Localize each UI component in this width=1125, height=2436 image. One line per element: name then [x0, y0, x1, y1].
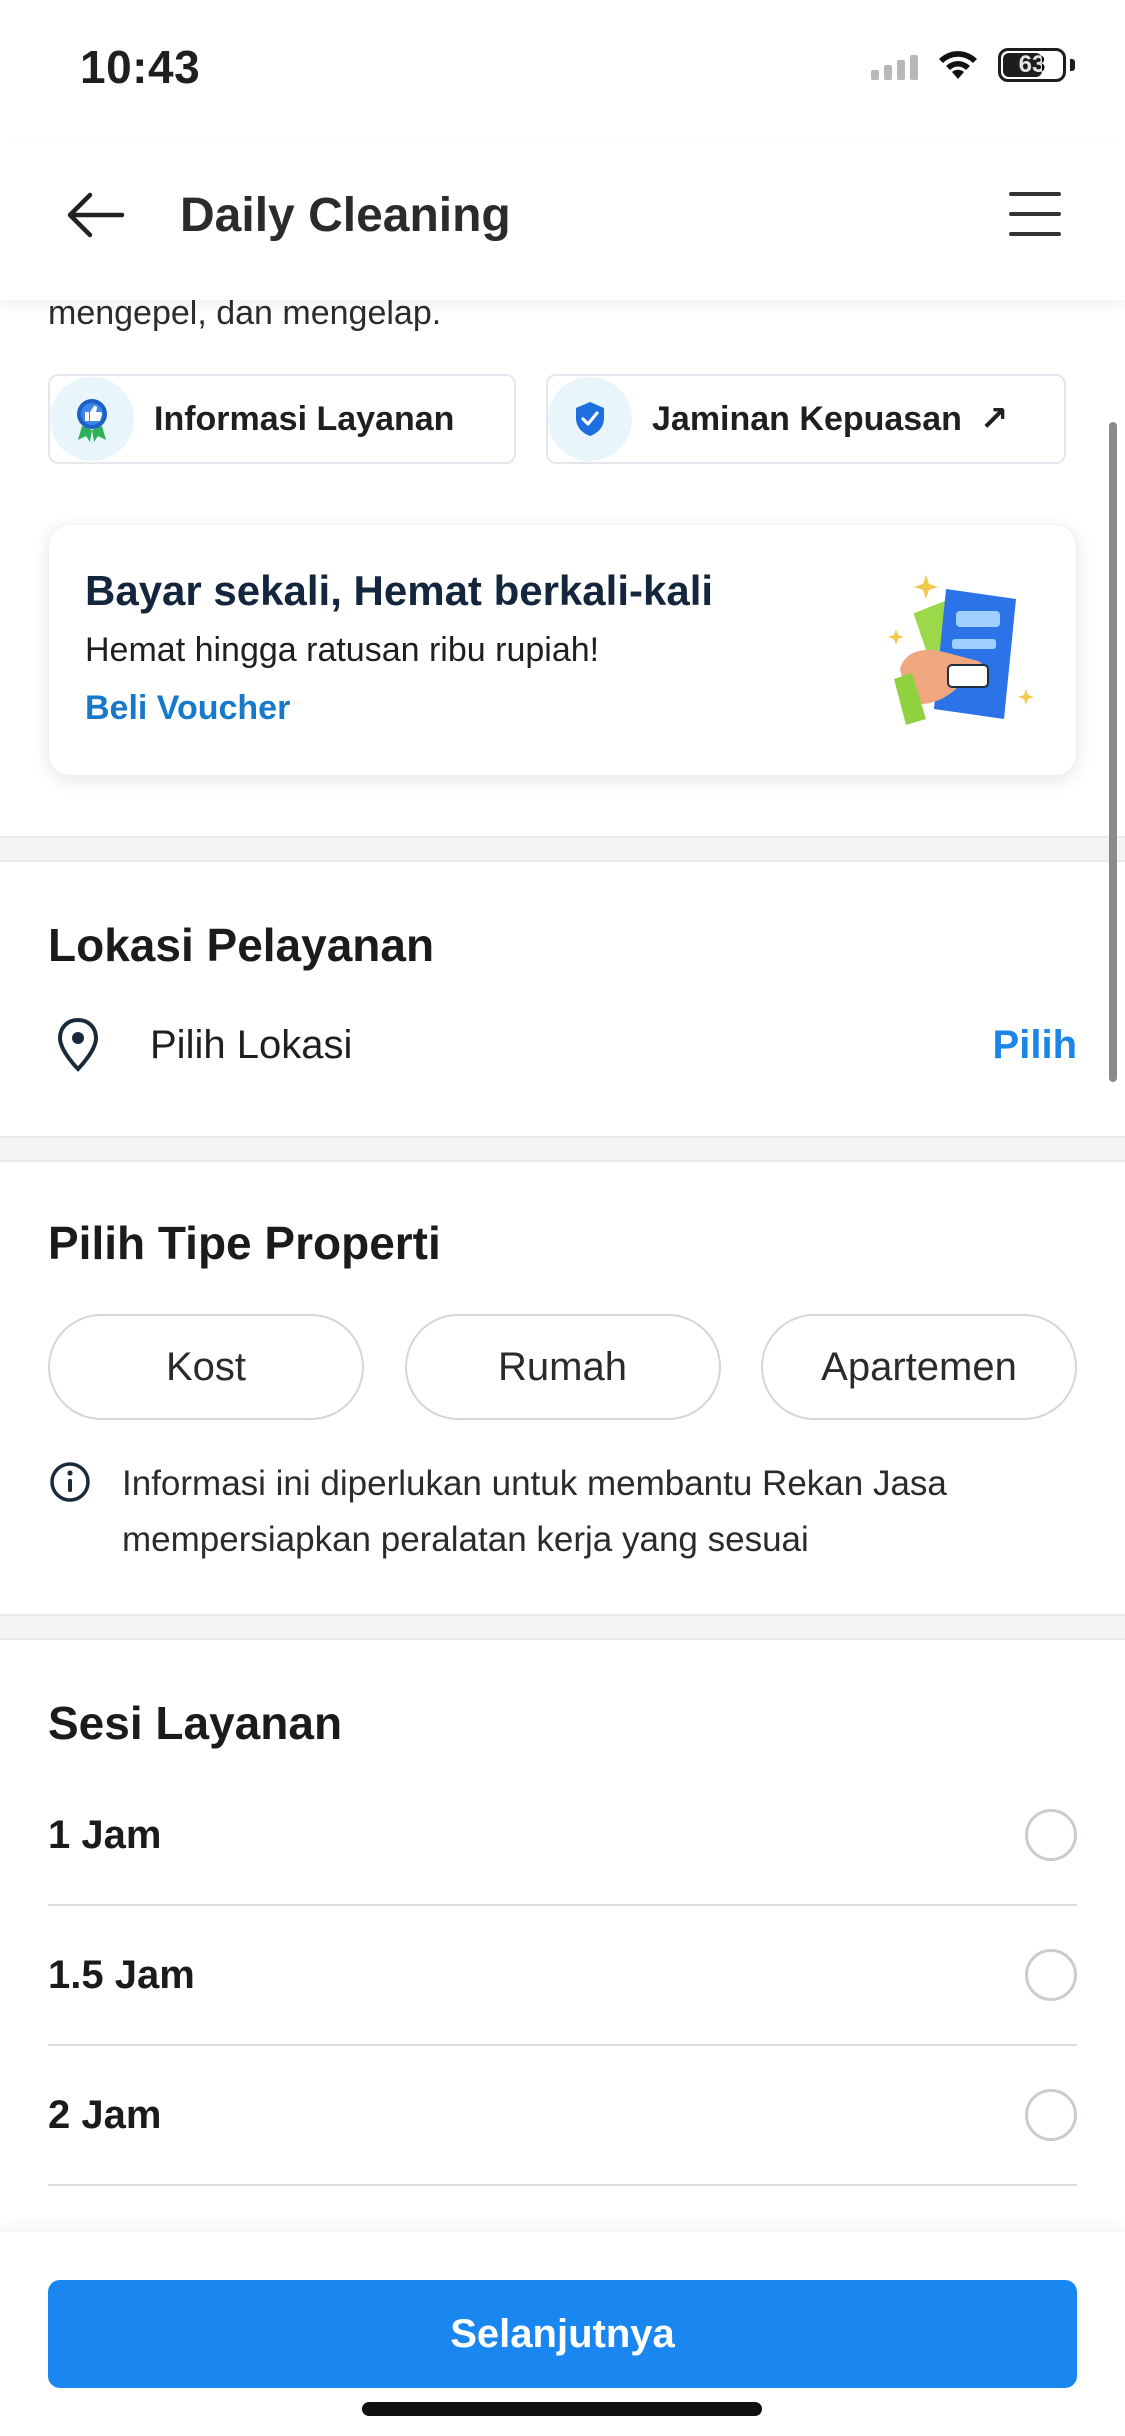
status-bar: 10:43 63	[0, 0, 1125, 140]
badge-thumbs-up-icon	[50, 377, 134, 461]
location-label: Pilih Lokasi	[150, 1022, 353, 1067]
session-option-1-jam[interactable]: 1 Jam	[48, 1766, 1077, 1906]
satisfaction-guarantee-chip[interactable]: Jaminan Kepuasan ↗	[546, 374, 1066, 464]
service-info-label: Informasi Layanan	[154, 399, 455, 438]
location-picker-row[interactable]: Pilih Lokasi Pilih	[48, 1010, 1077, 1080]
property-info-text: Informasi ini diperlukan untuk membantu …	[122, 1464, 947, 1559]
buy-voucher-link[interactable]: Beli Voucher	[85, 689, 290, 728]
battery-level: 63	[1018, 51, 1046, 78]
status-time: 10:43	[80, 41, 201, 93]
menu-line	[1009, 212, 1061, 216]
property-type-options: Kost Rumah Apartemen	[48, 1314, 1077, 1420]
session-section-title: Sesi Layanan	[48, 1697, 343, 1749]
menu-line	[1009, 232, 1061, 236]
bottom-action-bar: Selanjutnya	[0, 2232, 1125, 2436]
cellular-signal-icon	[871, 50, 918, 80]
info-icon	[50, 1462, 90, 1502]
next-button[interactable]: Selanjutnya	[48, 2280, 1077, 2388]
radio-button[interactable]	[1025, 2089, 1077, 2141]
external-link-icon: ↗	[979, 400, 1009, 438]
choose-location-button[interactable]: Pilih	[993, 1023, 1077, 1068]
menu-button[interactable]	[1005, 186, 1065, 242]
section-divider	[0, 836, 1125, 862]
voucher-hand-illustration	[888, 575, 1034, 725]
location-section-title: Lokasi Pelayanan	[48, 919, 435, 971]
map-pin-icon	[48, 1017, 108, 1073]
session-label: 1.5 Jam	[48, 1952, 195, 1997]
status-icons: 63	[871, 48, 1075, 82]
radio-button[interactable]	[1025, 1809, 1077, 1861]
property-option-kost[interactable]: Kost	[48, 1314, 364, 1420]
property-info-note: Informasi ini diperlukan untuk membantu …	[48, 1456, 1077, 1568]
scrollbar[interactable]	[1109, 422, 1117, 1082]
radio-button[interactable]	[1025, 1949, 1077, 2001]
battery-icon: 63	[998, 48, 1066, 82]
session-option-1-5-jam[interactable]: 1.5 Jam	[48, 1906, 1077, 2046]
arrow-left-icon	[67, 192, 125, 238]
satisfaction-guarantee-label: Jaminan Kepuasan	[652, 399, 962, 438]
promo-title: Bayar sekali, Hemat berkali-kali	[85, 567, 714, 614]
menu-line	[1009, 192, 1061, 196]
session-label: 1 Jam	[48, 1812, 162, 1857]
voucher-promo-card[interactable]: Bayar sekali, Hemat berkali-kali Hemat h…	[48, 524, 1077, 776]
wifi-icon	[939, 51, 977, 79]
app-header: Daily Cleaning	[0, 140, 1125, 300]
promo-subtitle: Hemat hingga ratusan ribu rupiah!	[85, 631, 600, 669]
back-button[interactable]	[60, 180, 130, 250]
section-divider	[0, 1136, 1125, 1162]
session-option-2-jam[interactable]: 2 Jam	[48, 2046, 1077, 2186]
section-divider	[0, 1614, 1125, 1640]
service-info-chip[interactable]: Informasi Layanan	[48, 374, 516, 464]
shield-check-icon	[548, 377, 632, 461]
property-option-apartemen[interactable]: Apartemen	[761, 1314, 1077, 1420]
session-label: 2 Jam	[48, 2092, 162, 2137]
property-section-title: Pilih Tipe Properti	[48, 1217, 441, 1269]
property-option-rumah[interactable]: Rumah	[404, 1314, 721, 1420]
home-indicator	[362, 2402, 762, 2416]
battery-nub	[1070, 59, 1075, 71]
page-title: Daily Cleaning	[180, 189, 511, 242]
